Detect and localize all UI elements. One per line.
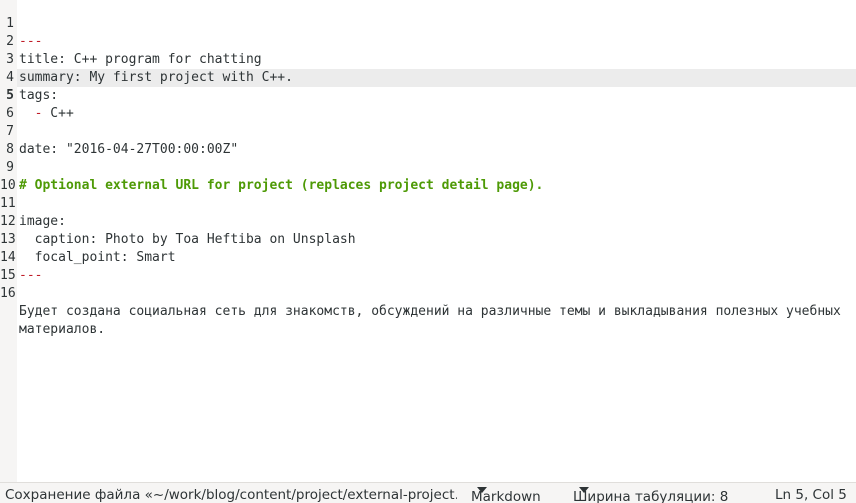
code-line[interactable]: 16 Будет создана социальная сеть для зна… — [0, 267, 856, 319]
code-line[interactable]: 14 --- — [0, 231, 856, 283]
code-line[interactable]: 15 — [0, 249, 856, 283]
dropdown-caret-icon — [477, 487, 487, 493]
code-line[interactable]: 12 caption: Photo by Toa Heftiba on Unsp… — [0, 195, 856, 247]
current-code-line[interactable]: 5 - C++ — [0, 69, 856, 121]
code-line[interactable]: 9 # Optional external URL for project (r… — [0, 141, 856, 193]
code-line[interactable]: 2 title: C++ program for chatting — [0, 15, 856, 67]
code-line[interactable]: 13 focal_point: Smart — [0, 213, 856, 265]
code-line[interactable]: 7 date: "2016-04-27T00:00:00Z" — [0, 105, 856, 157]
status-bar: Сохранение файла «~/work/blog/content/pr… — [0, 482, 856, 503]
code-text: Будет создана социальная сеть для знаком… — [19, 304, 841, 319]
dropdown-caret-icon — [579, 487, 589, 493]
code-line[interactable]: 6 — [0, 87, 856, 121]
code-line[interactable]: 4 tags: — [0, 51, 856, 103]
code-line[interactable]: 11 image: — [0, 177, 856, 229]
editor-area[interactable]: 1 --- 2 title: C++ program for chatting … — [0, 0, 856, 482]
code-line[interactable]: 10 — [0, 159, 856, 193]
code-line[interactable]: 3 summary: My first project with C++. — [0, 33, 856, 85]
code-line[interactable]: 8 — [0, 123, 856, 157]
code-text: материалов. — [19, 322, 106, 337]
code-line[interactable]: 1 --- — [0, 0, 856, 49]
cursor-position[interactable]: Ln 5, Col 5 — [775, 485, 847, 503]
text-lines[interactable]: 1 --- 2 title: C++ program for chatting … — [0, 0, 856, 337]
status-message: Сохранение файла «~/work/blog/content/pr… — [5, 487, 457, 503]
code-line-wrapped[interactable]: материалов. — [0, 285, 856, 337]
tab-width-label: Ширина табуляции: 8 — [573, 489, 729, 503]
